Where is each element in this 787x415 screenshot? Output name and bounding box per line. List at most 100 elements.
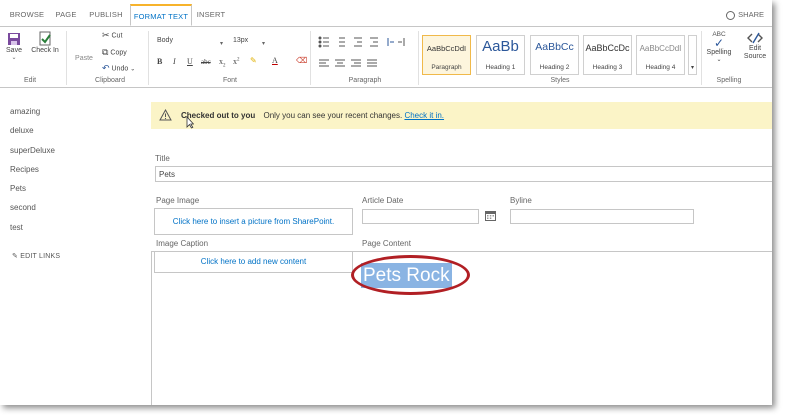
ribbon-separator: [310, 31, 311, 85]
share-icon: [726, 10, 736, 20]
check-in-icon: [39, 31, 51, 46]
bold-button[interactable]: B: [157, 57, 162, 66]
clipboard-group-label: Clipboard: [95, 77, 125, 84]
style-sample: AaBb: [482, 38, 519, 55]
nav-item-superdeluxe[interactable]: superDeluxe: [10, 146, 130, 165]
align-right-icon: [351, 59, 361, 67]
tab-page[interactable]: PAGE: [50, 4, 82, 26]
tab-insert[interactable]: INSERT: [192, 4, 230, 26]
article-date-input[interactable]: [362, 209, 479, 224]
copy-icon: ⧉: [102, 47, 109, 57]
page-image-label: Page Image: [156, 196, 200, 205]
style-sample: AaBbCcDc: [585, 43, 630, 53]
insert-picture-link[interactable]: Click here to insert a picture from Shar…: [173, 217, 334, 226]
save-label: Save: [6, 47, 22, 54]
cut-button[interactable]: ✂ Cut: [102, 30, 122, 41]
highlight-ring: [351, 255, 470, 295]
nav-item-pets[interactable]: Pets: [10, 184, 130, 203]
style-heading-3[interactable]: AaBbCcDc Heading 3: [583, 35, 632, 75]
title-label: Title: [155, 154, 170, 163]
underline-button[interactable]: U: [187, 57, 193, 66]
check-in-label: Check In: [31, 47, 59, 54]
subscript-button[interactable]: x2: [219, 57, 226, 69]
font-family-select[interactable]: Body ▾: [157, 37, 223, 49]
edit-group-label: Edit: [23, 77, 37, 84]
byline-input[interactable]: [510, 209, 694, 224]
check-it-in-link[interactable]: Check it in.: [404, 111, 444, 120]
ribbon-separator: [66, 31, 67, 85]
scissors-icon: ✂: [102, 30, 110, 40]
save-dropdown-icon: ⌄: [11, 55, 17, 61]
tab-browse[interactable]: BROWSE: [4, 4, 50, 26]
left-navigation: amazing deluxe superDeluxe Recipes Pets …: [10, 107, 130, 242]
ltr-icon: [387, 38, 394, 46]
edit-links-button[interactable]: ✎ EDIT LINKS: [12, 252, 60, 260]
save-icon: [8, 33, 20, 45]
indent-icon: [370, 37, 378, 47]
font-group-label: Font: [222, 77, 237, 84]
share-button[interactable]: SHARE: [726, 10, 764, 20]
numbered-list-icon: [339, 37, 345, 47]
spelling-label: Spelling: [706, 49, 732, 56]
sharepoint-window: BROWSE PAGE PUBLISH FORMAT TEXT INSERT S…: [0, 0, 772, 405]
copy-button[interactable]: ⧉ Copy: [102, 47, 127, 58]
tab-publish[interactable]: PUBLISH: [82, 4, 130, 26]
status-message: Only you can see your recent changes.: [263, 111, 403, 120]
article-date-label: Article Date: [362, 196, 404, 205]
title-value: Pets: [159, 170, 176, 179]
font-size-select[interactable]: 13px ▾: [233, 37, 265, 49]
nav-item-amazing[interactable]: amazing: [10, 107, 130, 126]
font-size-value: 13px: [233, 37, 249, 44]
page-image-field[interactable]: Click here to insert a picture from Shar…: [154, 208, 353, 235]
checkmark-icon: ✓: [713, 36, 725, 50]
spelling-button[interactable]: ABC ✓ Spelling ⌄: [703, 31, 735, 63]
highlight-color-icon[interactable]: ✎: [250, 56, 257, 65]
nav-item-recipes[interactable]: Recipes: [10, 165, 130, 184]
paragraph-tools: [318, 36, 405, 67]
ribbon-separator: [148, 31, 149, 85]
italic-button[interactable]: I: [173, 57, 176, 66]
chevron-down-icon: ▾: [261, 41, 265, 47]
ribbon-separator: [418, 31, 419, 85]
tab-format-text[interactable]: FORMAT TEXT: [130, 4, 192, 26]
spelling-group-label: Spelling: [716, 77, 742, 84]
style-sample: AaBbCcDdI: [639, 44, 682, 53]
mouse-cursor-icon: [186, 116, 194, 129]
rtl-icon: [398, 38, 405, 46]
style-name: Paragraph: [431, 64, 462, 71]
ribbon-separator: [701, 31, 702, 85]
styles-more-button[interactable]: ▾: [688, 35, 697, 75]
style-sample: AaBbCcDdI: [426, 44, 467, 53]
nav-item-test[interactable]: test: [10, 223, 130, 242]
cut-label: Cut: [111, 32, 123, 40]
save-button[interactable]: Save ⌄: [3, 31, 25, 61]
style-heading-2[interactable]: AaBbCc Heading 2: [530, 35, 579, 75]
clear-format-icon[interactable]: ⌫: [296, 56, 307, 65]
paste-button[interactable]: Paste: [72, 55, 96, 62]
style-heading-4[interactable]: AaBbCcDdI Heading 4: [636, 35, 685, 75]
justify-icon: [367, 59, 377, 67]
edit-source-button[interactable]: Edit Source: [739, 31, 771, 61]
pencil-icon: ✎: [12, 253, 19, 260]
edit-source-label: Edit Source: [743, 45, 767, 60]
nav-item-deluxe[interactable]: deluxe: [10, 126, 130, 145]
style-name: Heading 4: [645, 64, 676, 71]
check-in-button[interactable]: Check In: [28, 31, 62, 54]
undo-dropdown-icon: ⌄: [130, 66, 136, 73]
style-name: Heading 2: [539, 64, 570, 71]
undo-button[interactable]: ↶ Undo ⌄: [102, 63, 135, 74]
strikethrough-button[interactable]: abc: [201, 58, 211, 66]
bullet-list-icon: [318, 36, 329, 48]
style-heading-1[interactable]: AaBb Heading 1: [476, 35, 525, 75]
style-name: Heading 1: [485, 64, 516, 71]
superscript-button[interactable]: x2: [233, 57, 240, 66]
style-paragraph[interactable]: AaBbCcDdI Paragraph: [422, 35, 471, 75]
font-color-icon[interactable]: A: [272, 56, 278, 65]
calendar-icon[interactable]: [485, 210, 496, 221]
nav-item-second[interactable]: second: [10, 203, 130, 222]
spelling-dropdown-icon: ⌄: [716, 57, 722, 63]
copy-label: Copy: [110, 49, 127, 57]
title-input[interactable]: Pets: [155, 166, 772, 182]
undo-label: Undo: [111, 65, 129, 73]
edit-links-label: EDIT LINKS: [20, 253, 61, 260]
